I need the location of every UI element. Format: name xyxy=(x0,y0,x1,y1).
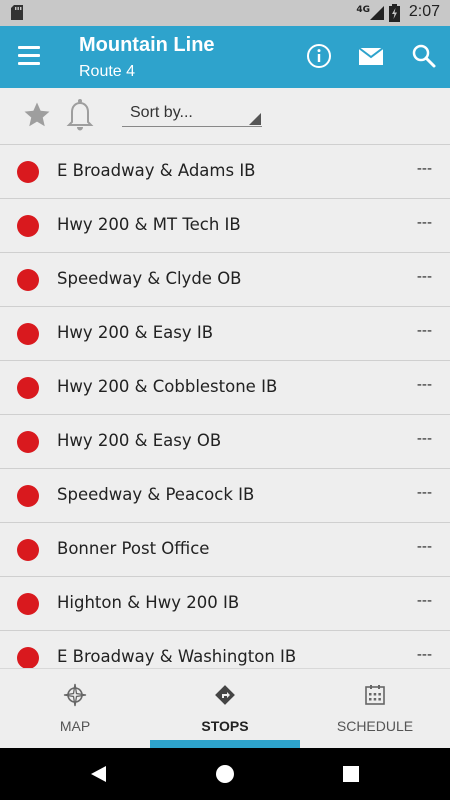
stop-eta: --- xyxy=(416,485,432,501)
stop-eta: --- xyxy=(416,377,432,393)
battery-icon xyxy=(389,4,400,22)
stop-name: Hwy 200 & Easy IB xyxy=(57,323,214,342)
mail-icon[interactable] xyxy=(357,42,385,70)
stop-status-dot-icon xyxy=(17,215,39,237)
stop-status-dot-icon xyxy=(17,431,39,453)
stop-row[interactable]: Hwy 200 & MT Tech IB --- xyxy=(0,199,450,253)
stop-status-dot-icon xyxy=(17,269,39,291)
dropdown-caret-icon xyxy=(249,113,261,125)
stop-eta: --- xyxy=(416,539,432,555)
notification-bell-icon[interactable] xyxy=(66,98,94,132)
info-icon[interactable] xyxy=(305,42,333,70)
active-tab-indicator xyxy=(150,740,300,748)
cell-signal-icon xyxy=(370,6,384,20)
search-icon[interactable] xyxy=(410,42,438,70)
stop-name: Speedway & Peacock IB xyxy=(57,485,255,504)
network-type-label: 4G xyxy=(356,5,370,15)
stop-row[interactable]: Hwy 200 & Easy IB --- xyxy=(0,307,450,361)
recents-icon[interactable] xyxy=(343,766,359,782)
stop-row[interactable]: Hwy 200 & Easy OB --- xyxy=(0,415,450,469)
stop-list: E Broadway & Adams IB --- Hwy 200 & MT T… xyxy=(0,145,450,668)
bottom-navigation: MAP STOPS SCHEDULE xyxy=(0,668,450,749)
stop-name: Speedway & Clyde OB xyxy=(57,269,242,288)
stop-row[interactable]: Speedway & Clyde OB --- xyxy=(0,253,450,307)
favorite-star-icon[interactable] xyxy=(22,100,52,130)
stop-eta: --- xyxy=(416,593,432,609)
tab-schedule[interactable]: SCHEDULE xyxy=(300,669,450,749)
route-subtitle: Route 4 xyxy=(79,63,136,80)
tab-stops-label: STOPS xyxy=(201,718,249,734)
stop-status-dot-icon xyxy=(17,647,39,668)
menu-button[interactable] xyxy=(18,46,42,66)
stop-row[interactable]: Highton & Hwy 200 IB --- xyxy=(0,577,450,631)
home-icon[interactable] xyxy=(215,764,235,784)
stop-row[interactable]: E Broadway & Adams IB --- xyxy=(0,145,450,199)
sort-dropdown-label: Sort by... xyxy=(130,104,193,121)
stop-row[interactable]: Bonner Post Office --- xyxy=(0,523,450,577)
stop-eta: --- xyxy=(416,431,432,447)
app-bar: Mountain Line Route 4 xyxy=(0,26,450,88)
compass-icon xyxy=(63,683,87,707)
stop-eta: --- xyxy=(416,215,432,231)
stop-name: Hwy 200 & Cobblestone IB xyxy=(57,377,278,396)
stop-status-dot-icon xyxy=(17,593,39,615)
directions-icon xyxy=(215,685,235,705)
tab-map[interactable]: MAP xyxy=(0,669,150,749)
stop-name: Hwy 200 & Easy OB xyxy=(57,431,222,450)
calendar-icon xyxy=(365,685,385,705)
filter-toolbar: Sort by... xyxy=(0,88,450,145)
stop-status-dot-icon xyxy=(17,323,39,345)
stop-row[interactable]: Hwy 200 & Cobblestone IB --- xyxy=(0,361,450,415)
status-time: 2:07 xyxy=(408,3,440,20)
stop-eta: --- xyxy=(416,323,432,339)
status-bar: 4G 2:07 xyxy=(0,0,450,26)
tab-map-label: MAP xyxy=(59,718,91,734)
stop-name: Highton & Hwy 200 IB xyxy=(57,593,240,612)
sd-card-icon xyxy=(11,5,23,20)
stop-eta: --- xyxy=(416,647,432,663)
stop-name: E Broadway & Adams IB xyxy=(57,161,256,180)
stop-status-dot-icon xyxy=(17,377,39,399)
stop-status-dot-icon xyxy=(17,161,39,183)
stop-row[interactable]: Speedway & Peacock IB --- xyxy=(0,469,450,523)
back-icon[interactable] xyxy=(89,765,107,783)
stop-eta: --- xyxy=(416,269,432,285)
page-title: Mountain Line xyxy=(79,34,215,56)
stop-row[interactable]: E Broadway & Washington IB --- xyxy=(0,631,450,668)
stop-name: Hwy 200 & MT Tech IB xyxy=(57,215,241,234)
stop-name: Bonner Post Office xyxy=(57,539,210,558)
system-navigation-bar xyxy=(0,748,450,800)
stop-status-dot-icon xyxy=(17,485,39,507)
stop-eta: --- xyxy=(416,161,432,177)
stop-status-dot-icon xyxy=(17,539,39,561)
tab-stops[interactable]: STOPS xyxy=(150,669,300,749)
stop-name: E Broadway & Washington IB xyxy=(57,647,297,666)
sort-dropdown[interactable]: Sort by... xyxy=(122,102,262,127)
tab-schedule-label: SCHEDULE xyxy=(336,718,414,734)
